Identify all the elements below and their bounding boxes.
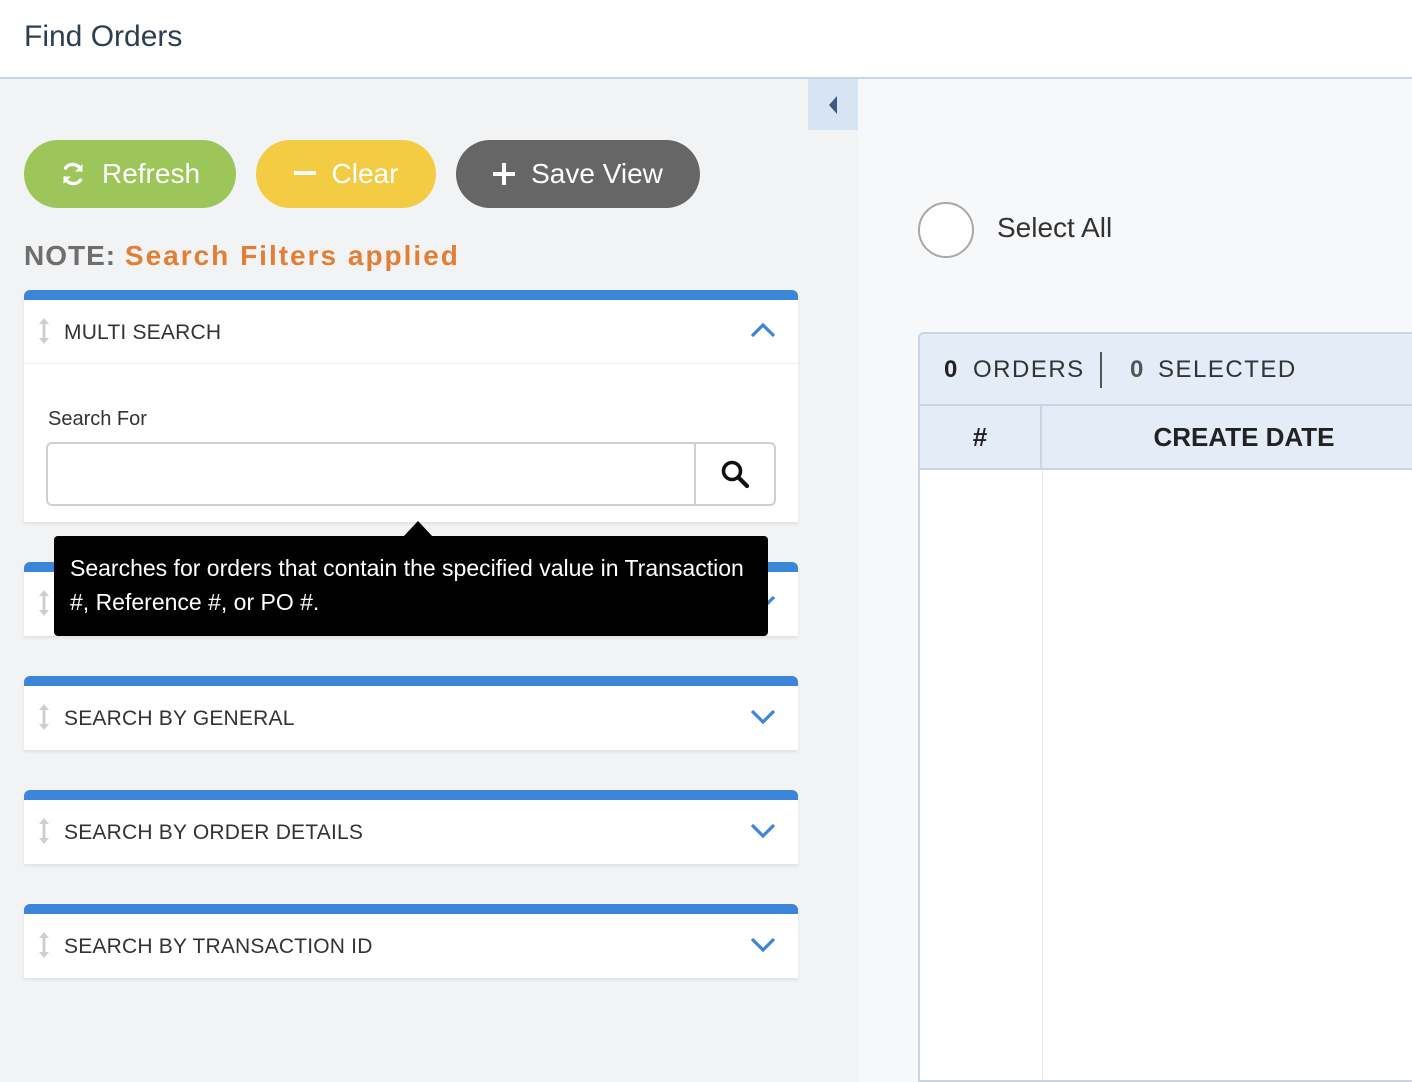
- page-title: Find Orders: [24, 20, 183, 53]
- column-header-create-date[interactable]: CREATE DATE: [1044, 406, 1412, 468]
- search-by-transaction-id-title: SEARCH BY TRANSACTION ID: [64, 935, 373, 958]
- orders-label: ORDERS: [973, 356, 1085, 383]
- search-by-order-details-panel: SEARCH BY ORDER DETAILS: [24, 790, 798, 864]
- search-input[interactable]: [48, 444, 694, 504]
- search-by-general-title: SEARCH BY GENERAL: [64, 707, 295, 730]
- select-all-label: Select All: [997, 212, 1113, 243]
- tooltip-arrow: [403, 521, 433, 537]
- collapse-pane-button[interactable]: [808, 79, 858, 130]
- search-by-general-header[interactable]: SEARCH BY GENERAL: [24, 686, 798, 750]
- search-by-order-details-title: SEARCH BY ORDER DETAILS: [64, 821, 364, 844]
- orders-grid: 0 ORDERS 0 SELECTED # CREATE DATE: [918, 332, 1412, 1082]
- filters-note: NOTE: Search Filters applied: [24, 240, 460, 272]
- clear-label: Clear: [331, 158, 399, 189]
- minus-icon: [293, 171, 316, 175]
- clear-button[interactable]: Clear: [256, 140, 436, 208]
- caret-left-icon: [829, 95, 837, 114]
- search-by-general-panel: SEARCH BY GENERAL: [24, 676, 798, 750]
- chevron-down-icon[interactable]: [750, 708, 776, 724]
- selected-label: SELECTED: [1158, 356, 1297, 383]
- refresh-button[interactable]: Refresh: [24, 140, 236, 208]
- search-icon: [721, 460, 750, 489]
- search-box: [46, 442, 776, 506]
- drag-handle-icon[interactable]: [36, 588, 52, 618]
- multi-search-panel: MULTI SEARCH Search For: [24, 290, 798, 522]
- search-by-transaction-id-header[interactable]: SEARCH BY TRANSACTION ID: [24, 914, 798, 978]
- grid-header-row: # CREATE DATE: [920, 406, 1412, 470]
- note-label: NOTE:: [24, 240, 117, 271]
- chevron-down-icon[interactable]: [750, 822, 776, 838]
- summary-divider: [1100, 352, 1102, 388]
- search-for-label: Search For: [48, 408, 147, 430]
- drag-handle-icon[interactable]: [36, 316, 52, 346]
- search-button[interactable]: [694, 444, 774, 504]
- grid-summary: 0 ORDERS 0 SELECTED: [920, 334, 1412, 406]
- drag-handle-icon[interactable]: [36, 816, 52, 846]
- refresh-icon: [63, 162, 83, 186]
- chevron-down-icon[interactable]: [750, 936, 776, 952]
- multi-search-title: MULTI SEARCH: [64, 321, 222, 344]
- drag-handle-icon[interactable]: [36, 702, 52, 732]
- save-view-button[interactable]: Save View: [456, 140, 700, 208]
- search-by-transaction-id-panel: SEARCH BY TRANSACTION ID: [24, 904, 798, 978]
- search-tooltip: Searches for orders that contain the spe…: [54, 536, 768, 636]
- save-view-label: Save View: [531, 158, 663, 189]
- refresh-label: Refresh: [101, 158, 201, 189]
- select-all-checkbox[interactable]: [918, 202, 974, 258]
- column-header-number[interactable]: #: [920, 406, 1042, 468]
- selected-count: 0: [1130, 356, 1144, 383]
- chevron-up-icon[interactable]: [750, 322, 776, 338]
- search-by-order-details-header[interactable]: SEARCH BY ORDER DETAILS: [24, 800, 798, 864]
- page-header: Find Orders: [0, 0, 1412, 79]
- drag-handle-icon[interactable]: [36, 930, 52, 960]
- plus-icon: [493, 163, 516, 185]
- note-text: Search Filters applied: [124, 240, 460, 271]
- orders-count: 0: [944, 356, 958, 383]
- multi-search-panel-header[interactable]: MULTI SEARCH: [24, 300, 798, 364]
- column-divider: [1042, 470, 1043, 1080]
